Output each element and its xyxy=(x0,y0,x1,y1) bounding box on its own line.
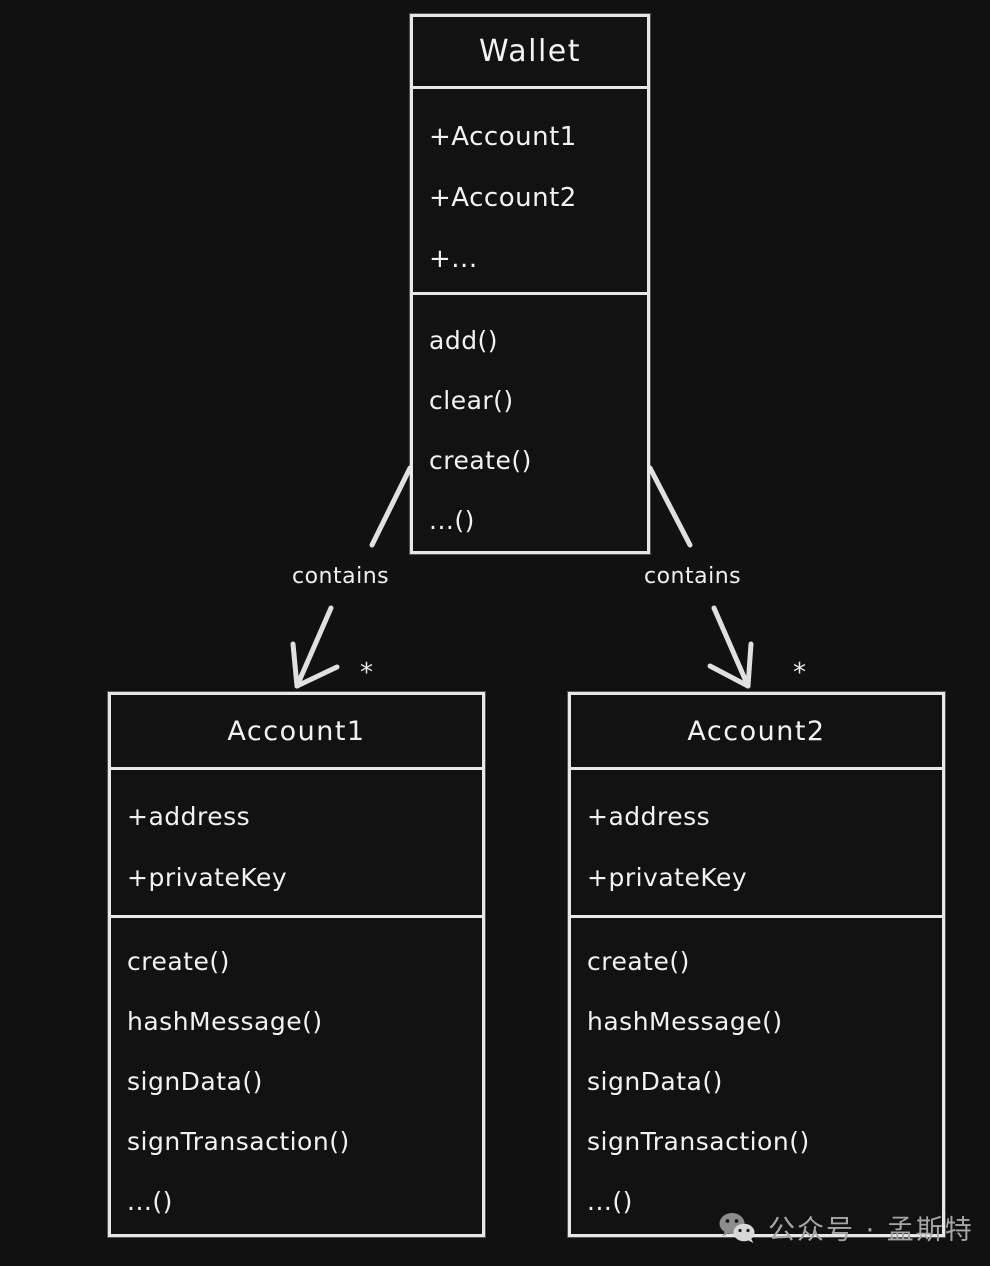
watermark-text: 公众号 · 孟斯特 xyxy=(768,1215,974,1246)
connector-wallet-account1-upper xyxy=(369,465,413,548)
connector-wallet-account2-upper xyxy=(647,465,693,548)
wechat-logo-icon xyxy=(719,1212,755,1243)
method-row: signData() xyxy=(587,1067,723,1096)
attribute-row: +privateKey xyxy=(127,863,288,892)
class-box-wallet[interactable]: Wallet +Account1 +Account2 +... add() cl… xyxy=(410,14,650,554)
attribute-row: +Account2 xyxy=(429,183,577,213)
watermark: 公众号 · 孟斯特 xyxy=(718,1208,974,1247)
attribute-row: +address xyxy=(587,802,711,831)
attributes-section-account2: +address +privateKey xyxy=(571,770,942,915)
attributes-section-account1: +address +privateKey xyxy=(111,770,482,915)
arrowhead-account2-right xyxy=(745,641,754,689)
method-row: create() xyxy=(127,947,230,976)
methods-section-wallet: add() clear() create() ...() xyxy=(413,292,647,561)
method-row: ...() xyxy=(127,1187,173,1216)
method-row: signData() xyxy=(127,1067,263,1096)
diagram-canvas: Wallet +Account1 +Account2 +... add() cl… xyxy=(0,0,990,1266)
attribute-row: +address xyxy=(127,802,251,831)
attribute-row: +Account1 xyxy=(429,122,577,152)
multiplicity-marker-account1: * xyxy=(360,658,373,688)
method-row: clear() xyxy=(429,386,514,415)
attribute-row: +... xyxy=(429,244,478,274)
method-row: signTransaction() xyxy=(587,1127,810,1156)
connector-wallet-account2-lower xyxy=(711,605,751,689)
class-name-wallet: Wallet xyxy=(413,17,647,89)
arrowhead-account1-right xyxy=(294,664,340,689)
class-box-account1[interactable]: Account1 +address +privateKey create() h… xyxy=(108,692,485,1237)
attributes-section-wallet: +Account1 +Account2 +... xyxy=(413,89,647,292)
method-row: hashMessage() xyxy=(587,1007,783,1036)
method-row: ...() xyxy=(429,506,475,535)
class-name-account1: Account1 xyxy=(111,695,482,770)
method-row: create() xyxy=(587,947,690,976)
relationship-label-contains-right: contains xyxy=(644,564,742,589)
class-box-account2[interactable]: Account2 +address +privateKey create() h… xyxy=(568,692,945,1237)
method-row: hashMessage() xyxy=(127,1007,323,1036)
methods-section-account1: create() hashMessage() signData() signTr… xyxy=(111,915,482,1242)
methods-section-account2: create() hashMessage() signData() signTr… xyxy=(571,915,942,1242)
relationship-label-contains-left: contains xyxy=(292,564,390,589)
method-row: create() xyxy=(429,446,532,475)
arrowhead-account1-left xyxy=(290,641,300,689)
class-name-account2: Account2 xyxy=(571,695,942,770)
arrowhead-account2-left xyxy=(707,663,751,689)
attribute-row: +privateKey xyxy=(587,863,748,892)
multiplicity-marker-account2: * xyxy=(793,658,806,688)
method-row: signTransaction() xyxy=(127,1127,350,1156)
connector-wallet-account1-lower xyxy=(294,605,334,689)
method-row: add() xyxy=(429,326,499,355)
